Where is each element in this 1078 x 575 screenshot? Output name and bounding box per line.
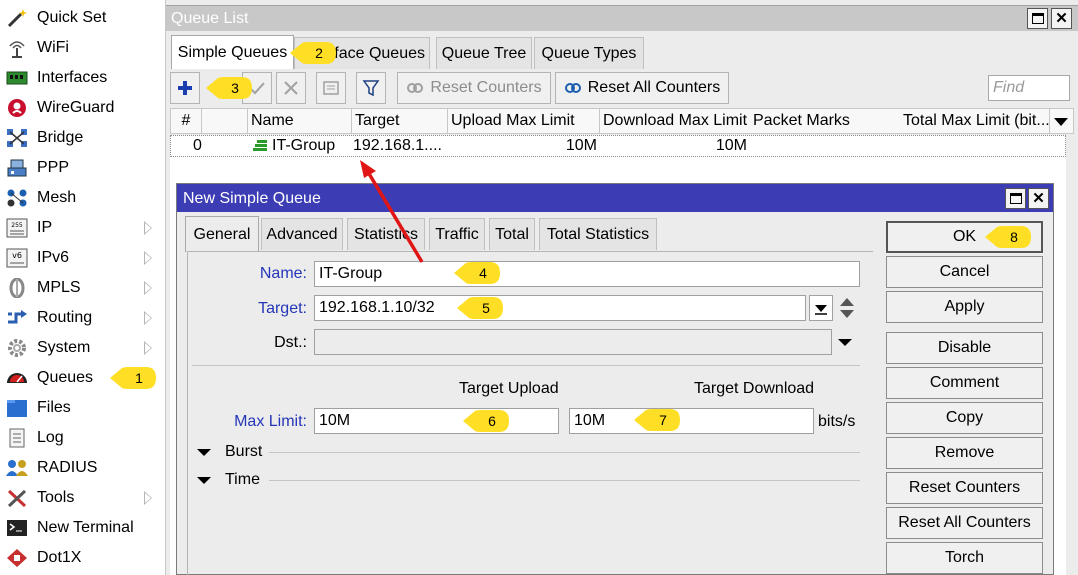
step-callout-4: 4 [452,260,502,286]
step-callout-6: 6 [461,408,511,434]
step-callout-7: 7 [632,407,682,433]
step-callout-8: 8 [983,224,1033,250]
step-callout-5: 5 [455,295,505,321]
step-callout-3: 3 [204,75,254,101]
step-callout-1: 1 [108,365,158,391]
red-annotation-arrow [360,160,424,263]
step-callout-2: 2 [288,40,338,66]
